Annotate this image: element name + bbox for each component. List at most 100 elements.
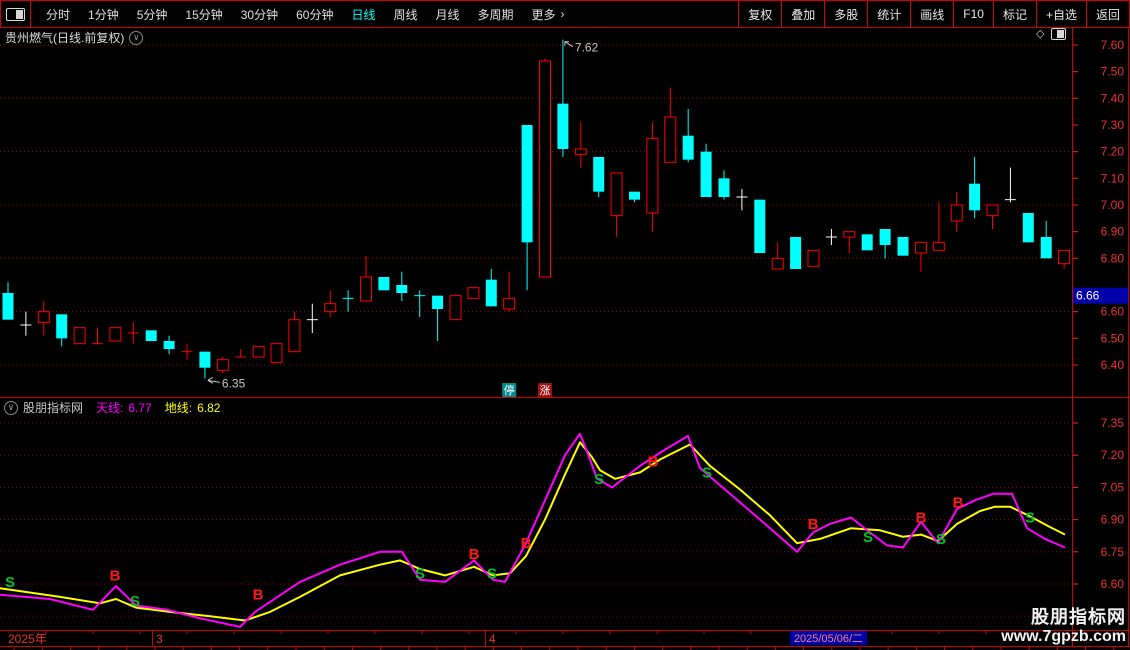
toolbar-buttons: 复权 叠加 多股 统计 画线 F10 标记 +自选 返回 bbox=[738, 1, 1129, 27]
toolbar-button[interactable]: 叠加 bbox=[781, 1, 824, 27]
up-candle bbox=[771, 257, 784, 270]
down-candle bbox=[1040, 237, 1052, 259]
indicator-header: ∨ 股朋指标网 天线: 6.77 地线: 6.82 bbox=[4, 399, 220, 416]
event-badge-label: 停 bbox=[504, 383, 515, 397]
indicator-axis-label: 6.90 bbox=[1101, 513, 1125, 527]
top-toolbar: 分时 1分钟 5分钟 15分钟 30分钟 60分钟 日线 周线 月线 多周期 更多 › 复权 叠加 多股统… bbox=[0, 0, 1130, 28]
price-axis-label: 7.30 bbox=[1101, 118, 1125, 132]
toolbar-button[interactable]: F10 bbox=[953, 1, 993, 27]
price-axis-label: 7.60 bbox=[1101, 38, 1125, 52]
down-candle bbox=[718, 178, 730, 198]
toolbar-tab[interactable]: 1分钟 bbox=[79, 6, 128, 23]
toolbar-button[interactable]: 统计 bbox=[867, 1, 910, 27]
up-candle bbox=[1058, 249, 1071, 265]
toolbar-tab[interactable]: 分时 bbox=[37, 6, 79, 23]
layout-split-icon[interactable] bbox=[6, 8, 25, 21]
buy-marker: B bbox=[916, 509, 927, 526]
pane-icon[interactable] bbox=[1051, 27, 1067, 40]
up-candle bbox=[216, 359, 229, 371]
toolbar-tab[interactable]: 多周期 bbox=[469, 6, 523, 23]
period-tabs: 分时 1分钟 5分钟 15分钟 30分钟 60分钟 日线 周线 月线 多周期 更多 › bbox=[31, 1, 565, 27]
up-candle bbox=[360, 276, 372, 302]
down-candle bbox=[1022, 213, 1034, 243]
price-axis-label: 6.60 bbox=[1101, 305, 1125, 319]
indicator-axis-label: 7.35 bbox=[1101, 416, 1125, 430]
down-candle bbox=[861, 234, 873, 251]
indicator-axis-label: 7.20 bbox=[1101, 448, 1125, 462]
current-price-label: 6.66 bbox=[1076, 289, 1100, 303]
toolbar-button[interactable]: 标记 bbox=[992, 1, 1036, 27]
price-axis-label: 7.50 bbox=[1101, 65, 1125, 79]
diamond-icon[interactable]: ◇ bbox=[1036, 27, 1044, 40]
price-axis-label: 6.40 bbox=[1101, 358, 1125, 372]
down-candle bbox=[396, 285, 408, 294]
up-candle bbox=[610, 172, 623, 217]
sell-marker: S bbox=[702, 464, 712, 481]
watermark-url: www.7gpzb.com bbox=[1001, 628, 1126, 645]
down-candle bbox=[2, 293, 14, 320]
watermark: 股朋指标网 www.7gpzb.com bbox=[1001, 607, 1126, 646]
date-month-label: 4 bbox=[489, 632, 496, 646]
up-candle bbox=[449, 295, 462, 321]
sky-line-value: 6.77 bbox=[128, 400, 152, 415]
up-candle bbox=[288, 319, 301, 353]
ground-line-label: 地线: bbox=[164, 401, 193, 415]
toolbar-tab[interactable]: 15分钟 bbox=[176, 6, 231, 23]
chevron-down-icon[interactable]: ∨ bbox=[4, 400, 18, 415]
down-candle bbox=[485, 279, 497, 307]
up-candle bbox=[932, 241, 945, 251]
toolbar-tab[interactable]: 日线 bbox=[342, 6, 384, 23]
sell-marker: S bbox=[487, 565, 497, 582]
up-candle bbox=[324, 303, 337, 313]
buy-marker: B bbox=[808, 516, 819, 533]
down-candle bbox=[629, 191, 640, 200]
price-annotation: 7.62 bbox=[575, 41, 599, 55]
up-candle bbox=[950, 204, 963, 222]
buy-marker: B bbox=[253, 587, 264, 604]
annotation-arrow bbox=[564, 41, 574, 48]
chart-title: 贵州燃气(日线.前复权) bbox=[5, 31, 125, 45]
buy-marker: B bbox=[110, 567, 121, 584]
sell-marker: S bbox=[5, 574, 15, 591]
indicator-axis-label: 7.05 bbox=[1101, 480, 1125, 494]
event-badge-label: 涨 bbox=[540, 384, 551, 397]
down-candle bbox=[378, 277, 390, 291]
price-axis-label: 6.50 bbox=[1101, 331, 1125, 345]
chevron-down-icon[interactable]: ∨ bbox=[129, 30, 144, 45]
toolbar-tab[interactable]: 5分钟 bbox=[128, 6, 177, 23]
toolbar-button[interactable]: 返回 bbox=[1085, 1, 1129, 27]
down-candle bbox=[163, 341, 175, 350]
down-candle bbox=[557, 103, 569, 150]
toolbar-button[interactable]: +自选 bbox=[1035, 1, 1086, 27]
up-candle bbox=[503, 297, 516, 310]
annotation-arrow bbox=[207, 376, 214, 381]
toolbar-button[interactable]: 画线 bbox=[910, 1, 953, 27]
toolbar-tab[interactable]: 月线 bbox=[427, 6, 469, 23]
price-annotation: 6.35 bbox=[222, 376, 246, 390]
down-candle bbox=[56, 314, 68, 339]
toolbar-tab[interactable]: 30分钟 bbox=[232, 6, 287, 23]
toolbar-tab[interactable]: 更多 bbox=[523, 6, 565, 23]
indicator-line-sky bbox=[0, 432, 1066, 628]
toolbar-tab[interactable]: 60分钟 bbox=[287, 6, 342, 23]
up-candle bbox=[252, 345, 265, 358]
toolbar-button[interactable]: 多股 bbox=[824, 1, 867, 27]
up-candle bbox=[843, 231, 856, 238]
price-axis-label: 6.90 bbox=[1101, 225, 1125, 239]
up-candle bbox=[467, 287, 480, 299]
down-candle bbox=[700, 151, 712, 198]
indicator-axis-label: 6.75 bbox=[1101, 545, 1125, 559]
sky-line-label: 天线: bbox=[96, 401, 124, 415]
toolbar-tab[interactable]: 周线 bbox=[384, 6, 426, 23]
price-axis-label: 7.10 bbox=[1101, 171, 1125, 185]
date-year-label: 2025年 bbox=[8, 632, 47, 646]
down-candle bbox=[432, 295, 444, 310]
up-candle bbox=[270, 343, 283, 363]
down-candle bbox=[199, 351, 211, 368]
down-candle bbox=[593, 157, 605, 192]
toolbar-button[interactable]: 复权 bbox=[738, 1, 781, 27]
up-candle bbox=[109, 327, 122, 342]
up-candle bbox=[807, 249, 820, 267]
up-candle bbox=[986, 204, 999, 217]
sell-marker: S bbox=[594, 471, 604, 488]
